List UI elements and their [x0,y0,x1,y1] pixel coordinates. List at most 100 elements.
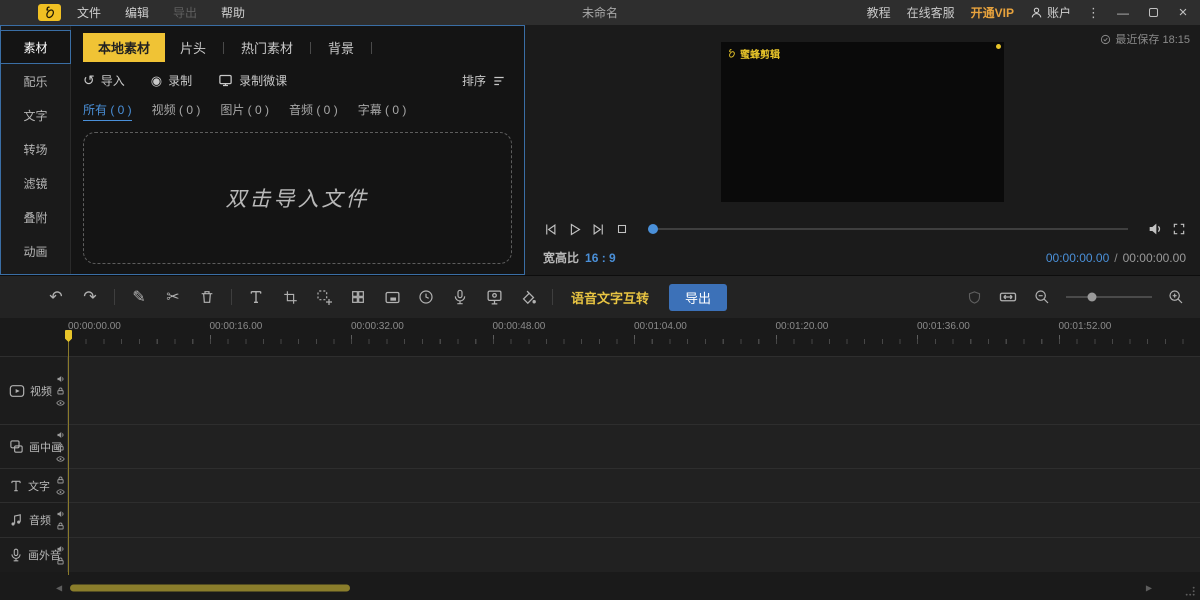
mute-toggle-icon[interactable] [56,374,65,383]
lock-toggle-icon[interactable] [56,557,65,566]
zoom-out-button[interactable] [1032,289,1052,305]
next-frame-button[interactable] [591,222,606,237]
menu-help[interactable]: 帮助 [221,4,245,21]
prev-frame-button[interactable] [543,222,558,237]
scroll-left-arrow[interactable]: ◀ [56,583,62,592]
close-button[interactable]: × [1176,4,1190,21]
track-name: 音频 [29,512,51,528]
mute-toggle-icon[interactable] [56,545,65,554]
fullscreen-button[interactable] [1172,222,1186,236]
split-button[interactable]: ✂ [163,287,183,307]
play-button[interactable] [567,222,582,237]
style-button[interactable] [518,289,538,306]
text-tool-button[interactable] [246,289,266,305]
fit-timeline-button[interactable] [998,288,1018,306]
library-actions: ↺ 导入 ◉ 录制 录制微课 排序 [83,72,512,89]
more-menu-icon[interactable]: ⋮ [1087,5,1100,21]
sidebar-item-filter[interactable]: 滤镜 [1,166,70,200]
minimize-button[interactable]: — [1116,6,1130,20]
lock-toggle-icon[interactable] [56,522,65,531]
sidebar-item-overlay[interactable]: 叠附 [1,200,70,234]
tab-background[interactable]: 背景 [313,33,369,62]
record-button[interactable]: ◉ 录制 [151,72,192,89]
shield-button[interactable] [964,290,984,305]
delete-button[interactable] [197,289,217,305]
pip-button[interactable] [382,289,402,306]
timeline-zoom-slider[interactable] [1066,296,1152,298]
filter-video[interactable]: 视频 ( 0 ) [152,101,201,121]
track-lane-pip[interactable] [68,425,1200,468]
support-link[interactable]: 在线客服 [907,4,955,21]
lock-toggle-icon[interactable] [56,386,65,395]
aspect-ratio-value[interactable]: 16 : 9 [585,251,616,265]
person-icon [1030,6,1043,19]
saved-status: 最近保存 18:15 [1100,31,1190,47]
redo-button[interactable]: ↷ [80,287,100,307]
media-library-panel: 素材 配乐 文字 转场 滤镜 叠附 动画 本地素材 片头 热门素材 背景 [0,25,525,275]
export-button[interactable]: 导出 [669,284,727,311]
timeline-ruler[interactable]: 00:00:00.00 00:00:16.00 00:00:32.00 00:0… [68,318,1200,345]
ruler-segment: 00:00:00.00 [68,318,210,345]
import-button[interactable]: ↺ 导入 [83,72,125,89]
filter-image[interactable]: 图片 ( 0 ) [220,101,269,121]
mute-toggle-icon[interactable] [56,510,65,519]
filter-subtitle[interactable]: 字幕 ( 0 ) [358,101,407,121]
visibility-toggle-icon[interactable] [56,398,65,407]
sidebar-item-music[interactable]: 配乐 [1,64,70,98]
sort-button[interactable]: 排序 [462,72,506,89]
lock-toggle-icon[interactable] [56,475,65,484]
seek-handle[interactable] [648,224,658,234]
track-lane-video[interactable] [68,357,1200,424]
tab-intro[interactable]: 片头 [165,33,221,62]
volume-button[interactable] [1147,221,1163,237]
menu-edit[interactable]: 编辑 [125,4,149,21]
track-row-text: 文字 [0,468,1200,502]
video-viewport[interactable]: 蜜蜂剪辑 [721,42,1004,202]
visibility-toggle-icon[interactable] [56,454,65,463]
presentation-button[interactable] [484,289,504,306]
record-label: 录制 [168,72,192,89]
filter-all[interactable]: 所有 ( 0 ) [83,101,132,121]
visibility-toggle-icon[interactable] [56,487,65,496]
stop-button[interactable] [615,222,629,236]
corner-dot [996,44,1001,49]
sidebar-item-material[interactable]: 素材 [1,30,71,64]
speech-to-text-button[interactable]: 语音文字互转 [571,288,649,307]
maximize-button[interactable] [1146,6,1160,20]
sidebar-item-text[interactable]: 文字 [1,98,70,132]
zoom-select-button[interactable] [314,289,334,305]
vip-button[interactable]: 开通VIP [971,4,1014,21]
account-button[interactable]: 账户 [1030,4,1071,21]
duration-button[interactable] [416,289,436,305]
lock-toggle-icon[interactable] [56,442,65,451]
scroll-right-arrow[interactable]: ▶ [1146,583,1152,592]
track-lane-voiceover[interactable] [68,538,1200,572]
sidebar-item-animation[interactable]: 动画 [1,234,70,268]
track-lane-text[interactable] [68,469,1200,502]
scrollbar-thumb[interactable] [70,584,350,591]
filter-audio[interactable]: 音频 ( 0 ) [289,101,338,121]
menu-file[interactable]: 文件 [77,4,101,21]
ruler-label: 00:00:32.00 [351,321,404,332]
tab-local-material[interactable]: 本地素材 [83,33,165,62]
crop-button[interactable] [280,290,300,305]
seek-bar[interactable] [648,228,1128,230]
tab-hot-material[interactable]: 热门素材 [226,33,308,62]
edit-button[interactable]: ✎ [129,287,149,307]
app-logo[interactable] [38,4,61,21]
playhead[interactable] [68,330,69,575]
mosaic-button[interactable] [348,289,368,305]
zoom-in-button[interactable] [1166,289,1186,305]
voiceover-button[interactable] [450,289,470,305]
zoom-slider-handle[interactable] [1087,293,1096,302]
sidebar-item-transition[interactable]: 转场 [1,132,70,166]
undo-button[interactable]: ↶ [46,287,66,307]
resize-grip-icon[interactable] [1182,583,1196,597]
ruler-label: 00:01:52.00 [1059,321,1112,332]
mute-toggle-icon[interactable] [56,430,65,439]
import-dropzone[interactable]: 双击导入文件 [83,132,512,264]
record-lesson-button[interactable]: 录制微课 [218,72,287,89]
tutorial-link[interactable]: 教程 [867,4,891,21]
maximize-icon [1149,8,1158,17]
track-lane-audio[interactable] [68,503,1200,537]
